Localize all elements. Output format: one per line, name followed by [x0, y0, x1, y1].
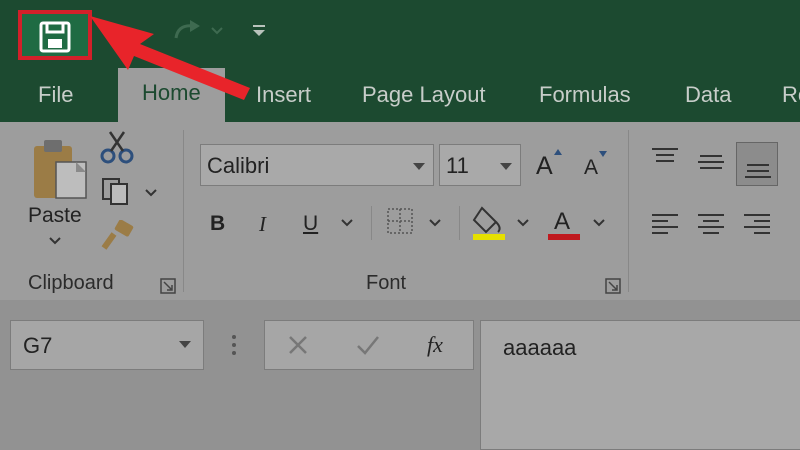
tab-insert[interactable]: Insert	[256, 80, 311, 110]
font-color-swatch	[548, 234, 580, 240]
top-align-icon[interactable]	[650, 146, 680, 166]
align-right-icon[interactable]	[742, 212, 772, 236]
bottom-align-icon	[745, 164, 771, 178]
font-size-box[interactable]: 11	[439, 144, 521, 186]
ribbon-home: Paste Clipboard Calibri 11 A A B I U A F…	[0, 122, 800, 300]
font-launcher-icon[interactable]	[605, 278, 621, 294]
fill-color-icon[interactable]	[472, 202, 508, 240]
format-painter-icon[interactable]	[100, 220, 136, 252]
check-icon[interactable]	[355, 334, 381, 356]
insert-function-button[interactable]: fx	[427, 332, 443, 358]
shrink-font-arrow-icon	[599, 151, 607, 157]
group-separator	[183, 130, 184, 292]
shrink-font-button[interactable]: A	[584, 156, 598, 180]
font-color-button[interactable]: A	[554, 208, 570, 236]
name-box-value: G7	[23, 333, 53, 358]
font-name-value: Calibri	[207, 153, 270, 178]
copy-icon[interactable]	[100, 176, 134, 206]
formula-buttons: fx	[264, 320, 474, 370]
font-group-label: Font	[366, 272, 407, 294]
align-left-icon[interactable]	[650, 212, 680, 236]
grow-font-button[interactable]: A	[536, 152, 553, 181]
x-icon[interactable]	[287, 334, 309, 356]
formula-input[interactable]: aaaaaa	[480, 320, 800, 450]
formula-bar-area: G7 fx aaaaaa	[0, 300, 800, 450]
borders-dropdown-icon[interactable]	[428, 218, 442, 228]
bold-button[interactable]: B	[210, 212, 225, 236]
tab-data[interactable]: Data	[685, 80, 731, 110]
group-separator	[459, 206, 460, 240]
formula-bar-splitter-icon[interactable]	[230, 334, 238, 356]
formula-input-value: aaaaaa	[503, 335, 577, 360]
italic-button[interactable]: I	[259, 212, 266, 237]
tab-file[interactable]: File	[38, 80, 73, 110]
tab-review[interactable]: Re	[782, 80, 800, 110]
save-button[interactable]	[18, 10, 92, 60]
grow-font-arrow-icon	[554, 149, 562, 155]
clipboard-group-label: Clipboard	[28, 272, 114, 294]
bottom-align-button[interactable]	[736, 142, 778, 186]
group-separator	[628, 130, 629, 292]
clipboard-launcher-icon[interactable]	[160, 278, 176, 294]
fill-color-dropdown-icon[interactable]	[516, 218, 530, 228]
align-center-icon[interactable]	[696, 212, 726, 236]
save-icon	[39, 21, 71, 53]
font-color-dropdown-icon[interactable]	[592, 218, 606, 228]
name-box[interactable]: G7	[10, 320, 204, 370]
font-name-dropdown-icon[interactable]	[413, 163, 425, 171]
group-separator	[371, 206, 372, 240]
middle-align-icon[interactable]	[696, 152, 726, 172]
underline-button[interactable]: U	[303, 212, 318, 236]
scissors-icon[interactable]	[100, 130, 134, 166]
borders-icon[interactable]	[385, 206, 415, 236]
tab-formulas[interactable]: Formulas	[539, 80, 631, 110]
name-box-dropdown-icon[interactable]	[179, 341, 191, 349]
font-size-dropdown-icon[interactable]	[500, 163, 512, 171]
pointer-arrow-icon	[90, 16, 250, 100]
copy-dropdown-icon[interactable]	[144, 188, 158, 198]
font-size-value: 11	[446, 153, 469, 178]
font-name-box[interactable]: Calibri	[200, 144, 434, 186]
underline-dropdown-icon[interactable]	[340, 218, 354, 228]
tab-page-layout[interactable]: Page Layout	[362, 80, 486, 110]
paste-dropdown-icon[interactable]	[48, 236, 62, 246]
paste-label[interactable]: Paste	[28, 204, 82, 228]
